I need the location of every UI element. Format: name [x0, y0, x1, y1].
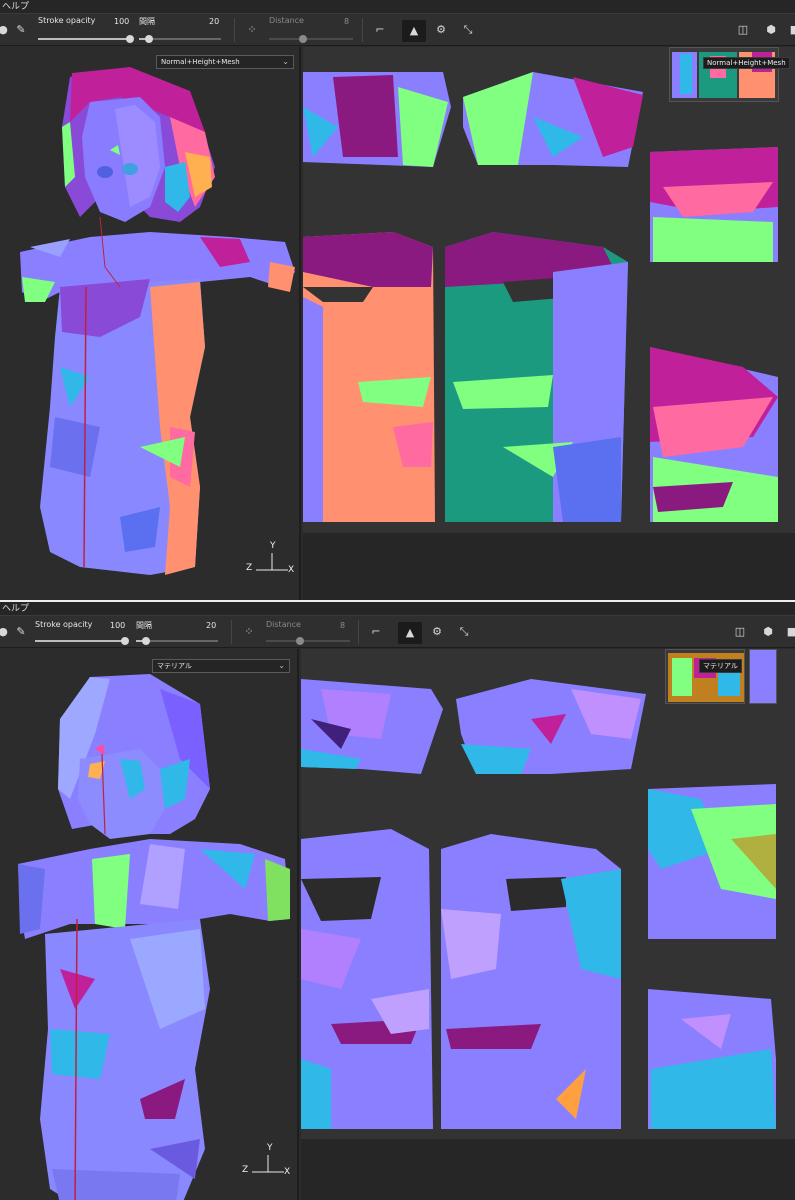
spacing-slider-handle[interactable]	[145, 35, 153, 43]
uv-islands	[303, 72, 778, 522]
cube-icon[interactable]: ⬢	[762, 21, 780, 39]
spacing-value[interactable]: 20	[209, 17, 219, 26]
spread-dots-icon[interactable]: ⁘	[240, 623, 258, 641]
menu-help[interactable]: ヘルプ	[2, 2, 29, 12]
distance-label: Distance	[266, 620, 301, 629]
stroke-opacity-slider-handle[interactable]	[126, 35, 134, 43]
square-icon[interactable]: ■	[786, 21, 795, 39]
stroke-opacity-label: Stroke opacity	[38, 16, 96, 25]
normal-map-thumbnail[interactable]	[749, 649, 777, 704]
menu-bar: ヘルプ	[0, 602, 795, 616]
stroke-opacity-slider[interactable]	[35, 637, 129, 645]
texture-thumbnails[interactable]	[665, 649, 745, 704]
distance-slider[interactable]	[269, 35, 353, 43]
dot-icon[interactable]: ●	[0, 21, 12, 39]
spacing-slider[interactable]	[139, 35, 221, 43]
axis-gizmo	[252, 1155, 284, 1173]
uv-canvas[interactable]	[303, 47, 795, 533]
settings-icon[interactable]: ⚙	[428, 623, 446, 641]
uv-islands	[301, 679, 776, 1129]
distance-slider[interactable]	[266, 637, 350, 645]
transform-icon[interactable]: ⤡	[459, 21, 477, 39]
square-icon[interactable]: ■	[783, 623, 795, 641]
distance-label: Distance	[269, 16, 304, 25]
stroke-opacity-value[interactable]: 100	[110, 621, 125, 630]
3d-viewport[interactable]: Normal+Height+Mesh ⌄ Z Y X	[0, 47, 301, 600]
stroke-opacity-label: Stroke opacity	[35, 620, 93, 629]
mirror-icon[interactable]: ▲	[402, 20, 426, 42]
distance-slider-handle[interactable]	[299, 35, 307, 43]
3d-viewport[interactable]: マテリアル ⌄ Z Y X	[0, 649, 299, 1200]
spacing-slider[interactable]	[136, 637, 218, 645]
menu-bar: ヘルプ	[0, 0, 795, 14]
uv-texture-view[interactable]: Normal+Height+Mesh	[303, 47, 795, 600]
tooltip: Normal+Height+Mesh	[703, 57, 790, 69]
spread-dots-icon[interactable]: ⁘	[243, 21, 261, 39]
symmetry-icon[interactable]: ◫	[734, 21, 752, 39]
spacing-value[interactable]: 20	[206, 621, 216, 630]
spacing-label: 間隔	[136, 621, 152, 630]
curve-icon[interactable]: ⌐	[367, 623, 385, 641]
uv-texture-view[interactable]: マテリアル	[301, 649, 795, 1200]
brush-toolbar: ● ✎ Stroke opacity 100 間隔 20 ⁘ Distance …	[0, 14, 795, 46]
brush-icon[interactable]: ✎	[12, 21, 30, 39]
stroke-opacity-slider-handle[interactable]	[121, 637, 129, 645]
mirror-icon[interactable]: ▲	[398, 622, 422, 644]
cube-icon[interactable]: ⬢	[759, 623, 777, 641]
texture-thumbnails[interactable]	[669, 47, 779, 102]
uv-canvas[interactable]	[301, 649, 795, 1139]
distance-slider-handle[interactable]	[296, 637, 304, 645]
dot-icon[interactable]: ●	[0, 623, 12, 641]
menu-help[interactable]: ヘルプ	[2, 604, 29, 614]
tooltip: マテリアル	[699, 659, 742, 673]
brush-toolbar: ● ✎ Stroke opacity 100 間隔 20 ⁘ Distance …	[0, 616, 795, 648]
settings-icon[interactable]: ⚙	[432, 21, 450, 39]
spacing-slider-handle[interactable]	[142, 637, 150, 645]
transform-icon[interactable]: ⤡	[455, 623, 473, 641]
curve-icon[interactable]: ⌐	[371, 21, 389, 39]
spacing-label: 間隔	[139, 17, 155, 26]
symmetry-icon[interactable]: ◫	[731, 623, 749, 641]
distance-value[interactable]: 8	[340, 621, 345, 630]
axis-gizmo	[256, 553, 288, 571]
stroke-opacity-slider[interactable]	[38, 35, 134, 43]
brush-icon[interactable]: ✎	[12, 623, 30, 641]
stroke-opacity-value[interactable]: 100	[114, 17, 129, 26]
distance-value[interactable]: 8	[344, 17, 349, 26]
bottom-panel: ヘルプ ● ✎ Stroke opacity 100 間隔 20 ⁘ Dista…	[0, 600, 795, 1200]
top-panel: ヘルプ ● ✎ Stroke opacity 100 間隔 20 ⁘ Dista…	[0, 0, 795, 600]
